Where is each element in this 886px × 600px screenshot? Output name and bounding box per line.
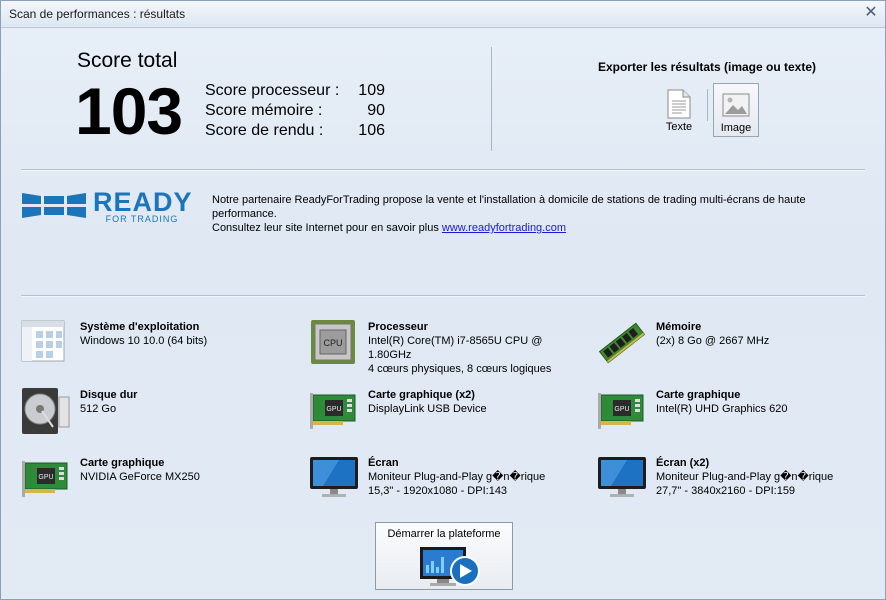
hardware-detail-2: 15,3" - 1920x1080 - DPI:143 <box>368 485 508 497</box>
hardware-detail-2: 4 cœurs physiques, 8 cœurs logiques <box>368 363 552 375</box>
hardware-detail: 512 Go <box>80 403 117 415</box>
hardware-title: Mémoire <box>656 321 702 333</box>
hardware-detail: NVIDIA GeForce MX250 <box>80 471 200 483</box>
monitor-icon <box>598 457 646 497</box>
hardware-title: Écran <box>368 457 399 469</box>
vertical-divider <box>491 47 492 151</box>
export-image-button[interactable]: Image <box>713 83 759 137</box>
export-divider <box>707 89 708 121</box>
start-platform-label: Démarrer la plateforme <box>387 528 501 540</box>
hardware-detail: Intel(R) UHD Graphics 620 <box>656 403 788 415</box>
hardware-item-os: Système d'exploitation Windows 10 10.0 (6… <box>21 319 291 371</box>
gpu-icon: GPU <box>22 461 68 497</box>
hardware-title: Carte graphique <box>656 389 741 401</box>
partner-description: Notre partenaire ReadyForTrading propose… <box>212 193 872 235</box>
score-processor-label: Score processeur : <box>205 82 340 99</box>
close-icon[interactable]: ✕ <box>863 5 879 21</box>
logo-sub-text: FOR TRADING <box>105 214 179 224</box>
hardware-detail: Moniteur Plug-and-Play g�n�rique <box>656 471 834 483</box>
score-total-value: 103 <box>75 74 183 148</box>
partner-website-link[interactable]: www.readyfortrading.com <box>442 222 566 234</box>
score-render-row: Score de rendu : 106 <box>205 122 385 140</box>
ready-for-trading-logo[interactable]: READY FOR TRADING <box>21 187 193 227</box>
export-text-button[interactable]: Texte <box>657 83 701 135</box>
hard-disk-icon <box>22 388 70 434</box>
score-processor-value: 109 <box>358 82 385 99</box>
gpu-icon: GPU <box>598 393 644 429</box>
text-file-icon <box>667 89 691 119</box>
title-bar: Scan de performances : résultats ✕ <box>1 1 885 28</box>
hardware-detail: Windows 10 10.0 (64 bits) <box>80 335 208 347</box>
hardware-title: Carte graphique <box>80 457 165 469</box>
start-platform-button[interactable]: Démarrer la plateforme <box>375 522 513 590</box>
partner-line-1: Notre partenaire ReadyForTrading propose… <box>212 194 806 220</box>
hardware-title: Écran (x2) <box>656 457 710 469</box>
hardware-title: Processeur <box>368 321 428 333</box>
platform-play-icon <box>420 547 480 586</box>
hardware-detail-2: 27,7" - 3840x2160 - DPI:159 <box>656 485 796 497</box>
hardware-item-memory: Mémoire (2x) 8 Go @ 2667 MHz <box>597 319 867 371</box>
hardware-item-screen: Écran Moniteur Plug-and-Play g�n�rique 15,… <box>309 455 579 507</box>
hardware-item-gpu-nvidia: GPU Carte graphique NVIDIA GeForce MX250 <box>21 455 291 507</box>
score-memory-label: Score mémoire : <box>205 102 323 119</box>
gpu-icon: GPU <box>310 393 356 429</box>
performance-scan-window: Scan de performances : résultats ✕ Score… <box>0 0 886 600</box>
partner-line-2-prefix: Consultez leur site Internet pour en sav… <box>212 222 439 234</box>
hardware-item-processor: CPU Processeur Intel(R) Core(TM) i7-8565U… <box>309 319 579 375</box>
hardware-detail: DisplayLink USB Device <box>368 403 487 415</box>
hardware-detail: Intel(R) Core(TM) i7-8565U CPU @ 1.80GHz <box>368 335 543 361</box>
partner-line-2: Consultez leur site Internet pour en sav… <box>212 221 872 235</box>
hardware-item-gpu-displaylink: GPU Carte graphique (x2) DisplayLink USB … <box>309 387 579 439</box>
hardware-item-screen-x2: Écran (x2) Moniteur Plug-and-Play g�n�riq… <box>597 455 867 507</box>
window-icon <box>21 320 65 362</box>
cpu-icon: CPU <box>311 320 355 364</box>
hardware-title: Disque dur <box>80 389 138 401</box>
window-title: Scan de performances : résultats <box>9 7 186 21</box>
hardware-title: Carte graphique (x2) <box>368 389 475 401</box>
score-render-label: Score de rendu : <box>205 122 324 139</box>
hardware-detail: Moniteur Plug-and-Play g�n�rique <box>368 471 546 483</box>
hardware-item-disk: Disque dur 512 Go <box>21 387 291 439</box>
score-render-value: 106 <box>358 122 385 139</box>
ram-icon <box>598 322 646 364</box>
hardware-item-gpu-intel: GPU Carte graphique Intel(R) UHD Graphics… <box>597 387 867 439</box>
gpu-chip-label: GPU <box>326 406 341 413</box>
score-memory-row: Score mémoire : 90 <box>205 102 385 120</box>
hardware-detail: (2x) 8 Go @ 2667 MHz <box>656 335 770 347</box>
export-image-label: Image <box>720 122 752 134</box>
divider-middle <box>21 295 865 297</box>
divider-top <box>21 169 865 171</box>
monitor-icon <box>310 457 358 497</box>
score-memory-value: 90 <box>367 102 385 119</box>
gpu-chip-label: GPU <box>38 474 53 481</box>
score-total-label: Score total <box>77 49 178 72</box>
score-processor-row: Score processeur : 109 <box>205 82 385 100</box>
export-text-label: Texte <box>665 121 693 133</box>
hardware-title: Système d'exploitation <box>80 321 200 333</box>
export-title: Exporter les résultats (image ou texte) <box>597 60 817 74</box>
gpu-chip-label: GPU <box>614 406 629 413</box>
screens-logo-icon <box>22 193 86 218</box>
cpu-chip-label: CPU <box>323 338 342 348</box>
image-icon <box>722 93 750 117</box>
